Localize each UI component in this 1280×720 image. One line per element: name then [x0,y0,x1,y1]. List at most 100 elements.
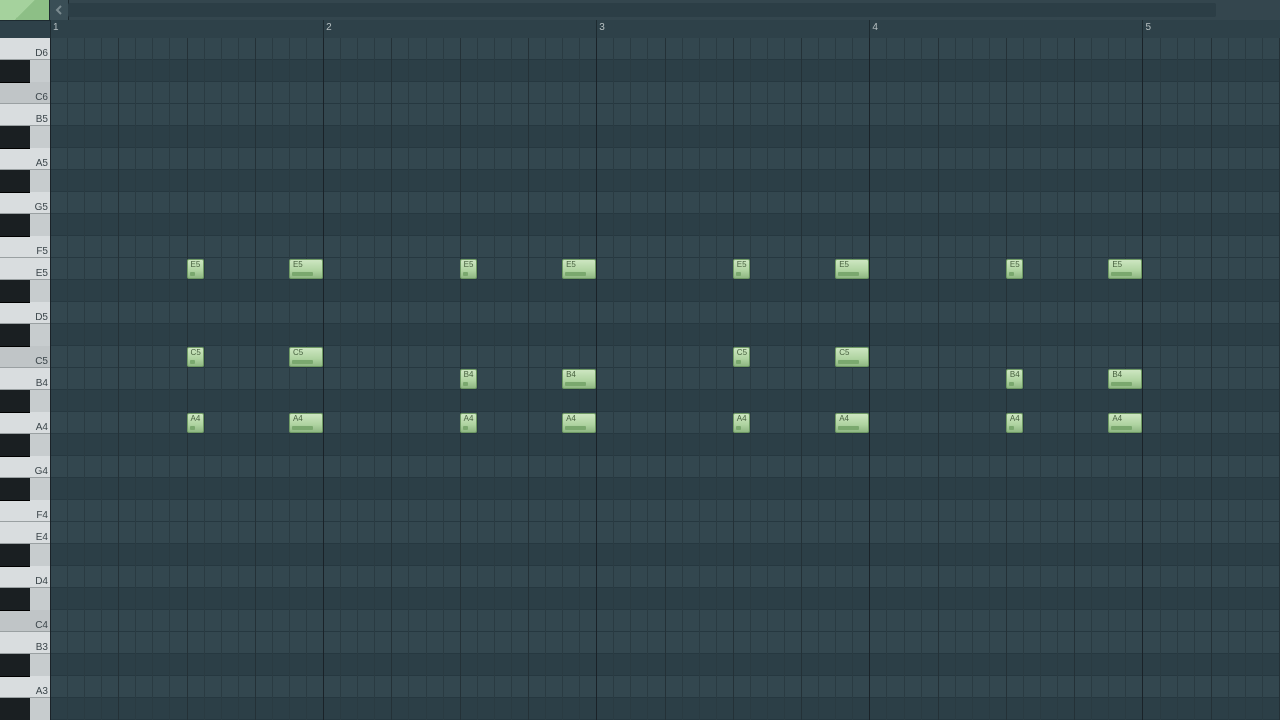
piano-key-black[interactable] [0,126,30,149]
midi-note[interactable]: E5 [562,259,596,279]
midi-note[interactable]: E5 [460,259,477,279]
note-label: E5 [1010,260,1020,269]
pattern-channel-button[interactable] [0,0,50,20]
midi-note[interactable]: C5 [733,347,750,367]
note-label: A4 [1010,414,1020,423]
piano-key-black[interactable] [0,478,30,501]
midi-note[interactable]: A4 [289,413,323,433]
note-label: B4 [1112,370,1122,379]
bar-label: 4 [872,22,878,33]
piano-key-white[interactable]: B3 [0,632,50,654]
note-velocity-indicator [565,426,586,430]
midi-note[interactable]: A4 [460,413,477,433]
bar-label: 3 [599,22,605,33]
midi-note[interactable]: E5 [733,259,750,279]
midi-note[interactable]: A4 [1006,413,1023,433]
note-velocity-indicator [838,426,859,430]
piano-key-white[interactable]: B4 [0,368,50,390]
piano-key-white[interactable]: F5 [0,236,50,258]
piano-key-label: A4 [36,422,48,433]
piano-key-label: F4 [36,510,48,521]
piano-key-white[interactable]: D6 [0,38,50,60]
piano-keyboard[interactable]: D6 C6B5 A5 G5 F5 E5 D5 C5B4 A4 G4 F4 E4 D4 C4B3 A3 [0,38,51,720]
note-label: A4 [464,414,474,423]
toolbar-strip[interactable] [68,3,1216,17]
piano-key-black[interactable] [0,390,30,413]
midi-note[interactable]: E5 [187,259,204,279]
piano-key-label: G5 [35,202,48,213]
piano-key-white[interactable]: A4 [0,412,50,434]
note-label: B4 [464,370,474,379]
midi-note[interactable]: A4 [562,413,596,433]
piano-key-white[interactable]: E4 [0,522,50,544]
piano-key-black[interactable] [0,280,30,303]
note-velocity-indicator [1009,426,1014,430]
note-label: A4 [1112,414,1122,423]
note-velocity-indicator [736,360,741,364]
toolbar [0,0,1280,21]
midi-note[interactable]: B4 [562,369,596,389]
note-label: E5 [191,260,201,269]
piano-key-black[interactable] [0,544,30,567]
midi-note[interactable]: E5 [289,259,323,279]
piano-key-white[interactable]: B5 [0,104,50,126]
piano-key-label: A3 [36,686,48,697]
note-velocity-indicator [1111,272,1132,276]
midi-note[interactable]: A4 [835,413,869,433]
midi-note[interactable]: E5 [1006,259,1023,279]
piano-key-white[interactable]: A5 [0,148,50,170]
piano-key-white[interactable]: A3 [0,676,50,698]
note-label: C5 [839,348,849,357]
piano-key-black[interactable] [0,434,30,457]
note-velocity-indicator [190,426,195,430]
note-velocity-indicator [190,272,195,276]
midi-note[interactable]: B4 [1108,369,1142,389]
note-label: A4 [566,414,576,423]
midi-note[interactable]: E5 [835,259,869,279]
midi-note[interactable]: A4 [187,413,204,433]
piano-key-label: E4 [36,532,48,543]
piano-key-white[interactable]: C4 [0,610,50,632]
note-label: B4 [566,370,576,379]
piano-key-black[interactable] [0,324,30,347]
piano-key-label: A5 [36,158,48,169]
midi-note[interactable]: E5 [1108,259,1142,279]
note-label: E5 [464,260,474,269]
piano-key-white[interactable]: G5 [0,192,50,214]
note-velocity-indicator [736,426,741,430]
note-label: E5 [737,260,747,269]
piano-key-white[interactable]: C6 [0,82,50,104]
piano-key-label: C5 [35,356,48,367]
piano-key-white[interactable]: D5 [0,302,50,324]
midi-note[interactable]: C5 [289,347,323,367]
midi-note[interactable]: A4 [1108,413,1142,433]
piano-key-label: C6 [35,92,48,103]
timeline-ruler[interactable]: 12345 [50,20,1280,39]
piano-key-black[interactable] [0,214,30,237]
piano-key-black[interactable] [0,60,30,83]
midi-note[interactable]: A4 [733,413,750,433]
note-label: A4 [737,414,747,423]
piano-key-black[interactable] [0,698,30,720]
piano-key-label: D6 [35,48,48,59]
piano-key-black[interactable] [0,170,30,193]
midi-note[interactable]: B4 [460,369,477,389]
piano-key-black[interactable] [0,588,30,611]
midi-note[interactable]: C5 [835,347,869,367]
piano-key-white[interactable]: D4 [0,566,50,588]
piano-key-label: E5 [36,268,48,279]
piano-roll-grid[interactable]: E5 E5 E5 E5 E5 E5 E5 E5 C5 C5 C5 C5 B4 B4 B4 B4 A4 A4 A4 A4… [50,38,1280,720]
back-button[interactable] [50,0,69,20]
bar-label: 5 [1145,22,1151,33]
note-velocity-indicator [838,360,859,364]
piano-key-white[interactable]: C5 [0,346,50,368]
bar-label: 1 [53,22,59,33]
note-label: E5 [839,260,849,269]
piano-key-white[interactable]: E5 [0,258,50,280]
piano-key-white[interactable]: F4 [0,500,50,522]
piano-key-black[interactable] [0,654,30,677]
midi-note[interactable]: C5 [187,347,204,367]
midi-note[interactable]: B4 [1006,369,1023,389]
piano-key-white[interactable]: G4 [0,456,50,478]
note-velocity-indicator [190,360,195,364]
